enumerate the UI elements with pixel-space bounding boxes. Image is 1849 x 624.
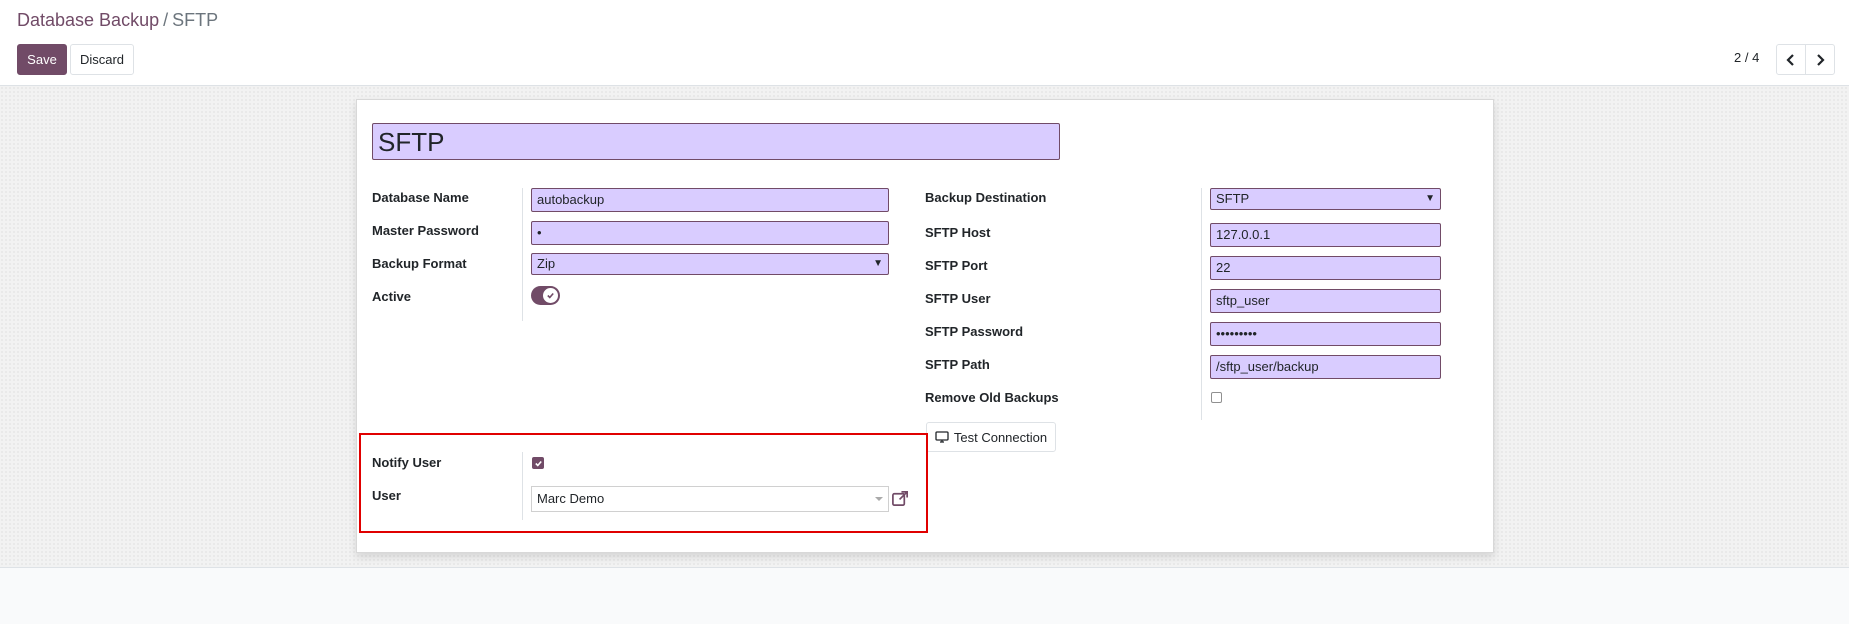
backup-format-select[interactable]: Zip ▼ (531, 253, 889, 275)
active-label: Active (372, 289, 412, 304)
breadcrumb-current: SFTP (172, 10, 219, 30)
control-panel: Database Backup / SFTP Save Discard 2 / 4 (0, 0, 1849, 86)
user-label: User (372, 488, 401, 503)
caret-down-icon (875, 497, 883, 501)
sftp-path-label: SFTP Path (925, 357, 990, 372)
save-button[interactable]: Save (17, 44, 67, 75)
sftp-password-input[interactable]: ••••••••• (1210, 322, 1441, 346)
chevron-right-icon (1817, 53, 1825, 66)
sftp-host-input[interactable]: 127.0.0.1 (1210, 223, 1441, 247)
test-connection-button[interactable]: Test Connection (926, 422, 1056, 452)
remove-old-backups-label: Remove Old Backups (925, 390, 1059, 405)
test-connection-label: Test Connection (953, 429, 1048, 445)
right-group-separator (1201, 188, 1202, 420)
pager-value[interactable]: 2 / 4 (1734, 50, 1759, 65)
chevron-left-icon (1786, 53, 1794, 66)
check-icon (534, 460, 542, 467)
backup-destination-value: SFTP (1216, 191, 1250, 206)
breadcrumb-parent-link[interactable]: Database Backup (17, 10, 159, 30)
master-password-input[interactable]: • (531, 221, 889, 245)
notify-user-label: Notify User (372, 455, 442, 470)
backup-format-label: Backup Format (372, 256, 467, 271)
master-password-label: Master Password (372, 223, 479, 238)
chevron-down-icon: ▼ (1425, 193, 1435, 204)
breadcrumb-separator: / (163, 10, 169, 30)
sftp-port-input[interactable]: 22 (1210, 256, 1441, 280)
notify-user-checkbox[interactable] (532, 457, 544, 469)
sftp-host-label: SFTP Host (925, 225, 991, 240)
sftp-user-input[interactable]: sftp_user (1210, 289, 1441, 313)
external-link-button[interactable] (890, 488, 910, 508)
remove-old-backups-checkbox[interactable] (1211, 392, 1222, 403)
notify-group-separator (522, 452, 523, 520)
user-value: Marc Demo (537, 491, 605, 506)
pager-previous-button[interactable] (1776, 44, 1806, 75)
backup-destination-label: Backup Destination (925, 190, 1047, 205)
user-many2one-input[interactable]: Marc Demo (531, 486, 889, 512)
active-toggle[interactable] (531, 286, 560, 305)
monitor-icon (935, 431, 949, 443)
chevron-down-icon: ▼ (873, 258, 883, 269)
pager-next-button[interactable] (1805, 44, 1835, 75)
check-icon (543, 288, 558, 303)
external-link-icon (891, 490, 908, 506)
sftp-path-input[interactable]: /sftp_user/backup (1210, 355, 1441, 379)
database-name-input[interactable]: autobackup (531, 188, 889, 212)
record-name-input[interactable]: SFTP (372, 123, 1060, 160)
backup-format-value: Zip (537, 256, 556, 271)
discard-button[interactable]: Discard (70, 44, 134, 75)
sftp-user-label: SFTP User (925, 291, 991, 306)
breadcrumb: Database Backup / SFTP (17, 10, 218, 31)
database-name-label: Database Name (372, 190, 469, 205)
sftp-port-label: SFTP Port (925, 258, 988, 273)
backup-destination-select[interactable]: SFTP ▼ (1210, 188, 1441, 210)
highlight-box (359, 433, 928, 533)
left-group-separator (522, 188, 523, 321)
sftp-password-label: SFTP Password (925, 324, 1024, 339)
